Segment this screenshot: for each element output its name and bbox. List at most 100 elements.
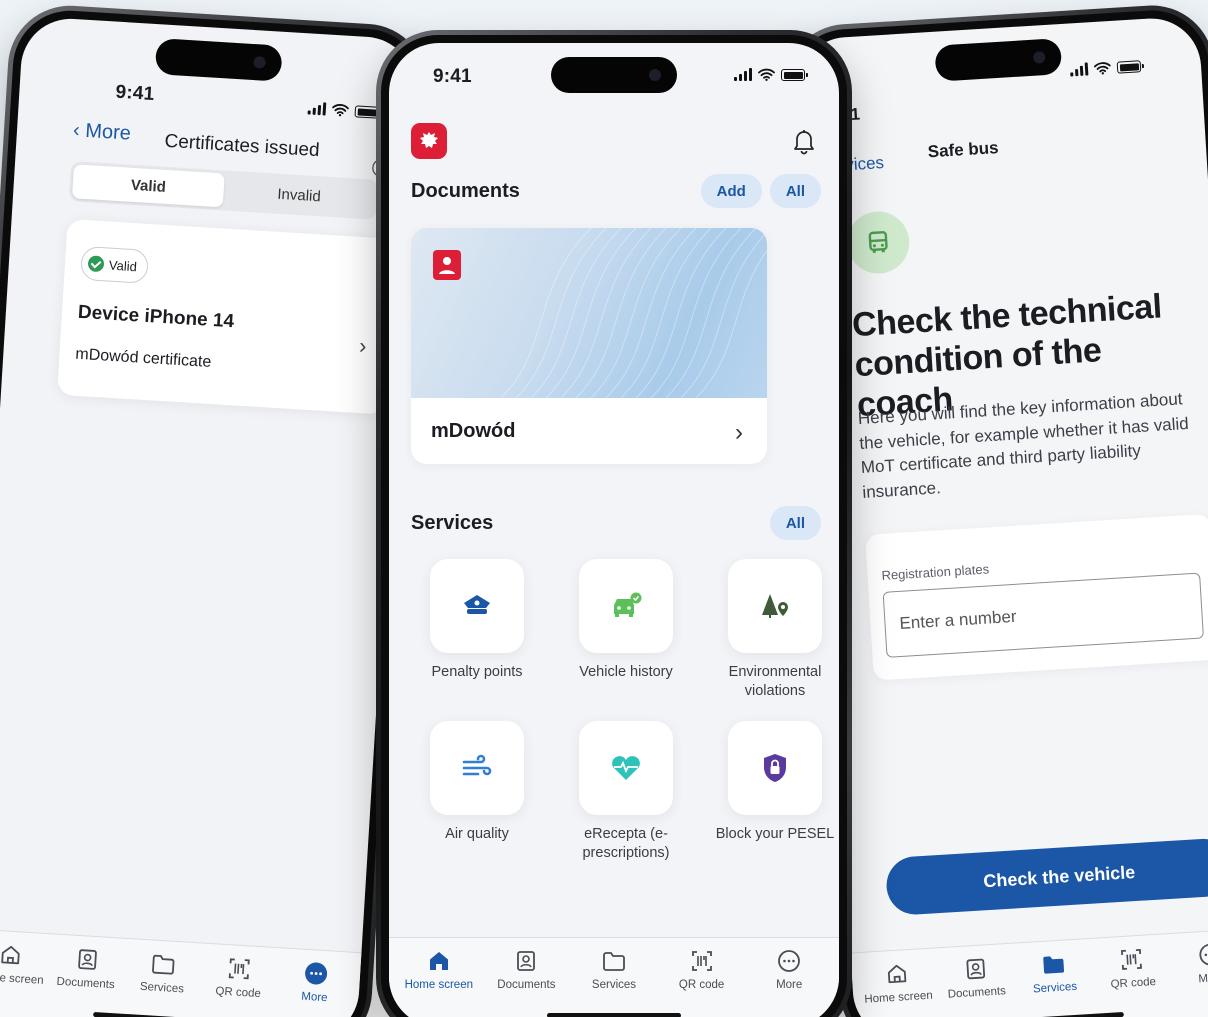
- check-vehicle-button[interactable]: Check the vehicle: [884, 837, 1208, 917]
- service-tile[interactable]: [728, 721, 822, 815]
- tab-more[interactable]: More: [274, 958, 355, 1017]
- tab-label: Services: [1032, 980, 1078, 996]
- service-air-quality[interactable]: Air quality: [402, 721, 552, 844]
- app-header: [411, 123, 817, 163]
- tab-label: More: [776, 979, 803, 991]
- status-icons: [734, 68, 808, 81]
- services-icon: [152, 954, 175, 975]
- bell-icon[interactable]: [791, 127, 817, 155]
- mdowod-card[interactable]: mDowód ›: [411, 228, 767, 464]
- tab-more[interactable]: More: [745, 948, 833, 1017]
- documents-icon: [77, 949, 97, 970]
- registration-label: Registration plates: [881, 561, 990, 583]
- service-tile[interactable]: [430, 721, 524, 815]
- tab-qr-code[interactable]: QR code: [658, 948, 746, 1017]
- service-tile[interactable]: [430, 559, 524, 653]
- shield-lock-icon: [764, 754, 786, 782]
- tab-home[interactable]: Home screen: [857, 958, 940, 1017]
- back-label[interactable]: More: [85, 120, 132, 145]
- service-erecepta[interactable]: eRecepta (e-prescriptions): [551, 721, 701, 863]
- signal-icon: [734, 68, 752, 81]
- all-services-button[interactable]: All: [769, 506, 821, 540]
- tab-more[interactable]: More: [1170, 939, 1208, 1017]
- certificate-card[interactable]: Valid Device iPhone 14 mDowód certificat…: [56, 218, 396, 415]
- tab-bar: Home screen Documents Services QR code M…: [0, 928, 362, 1017]
- services-icon: [1043, 956, 1064, 974]
- status-time: 9:41: [114, 81, 155, 105]
- registration-input[interactable]: Enter a number: [882, 572, 1205, 658]
- tab-label: More: [1198, 971, 1208, 986]
- safe-bus-screen: 9:41 ‹ Services Safe bus Check the techn…: [794, 15, 1208, 1017]
- tab-services[interactable]: Services: [121, 949, 202, 1017]
- eagle-logo-icon: [411, 123, 447, 159]
- add-document-button[interactable]: Add: [700, 174, 762, 208]
- tab-services[interactable]: Services: [1014, 949, 1097, 1017]
- device-name: Device iPhone 14: [77, 301, 235, 333]
- tab-services[interactable]: Services: [570, 948, 658, 1017]
- service-vehicle-history[interactable]: Vehicle history: [551, 559, 701, 682]
- dynamic-island: [934, 38, 1063, 82]
- chevron-right-icon: ›: [358, 333, 368, 359]
- service-label: eRecepta (e-prescriptions): [582, 826, 670, 861]
- tab-home[interactable]: Home screen: [395, 948, 483, 1017]
- status-badge: Valid: [80, 245, 149, 284]
- tab-qr-code[interactable]: QR code: [197, 954, 278, 1017]
- document-name: mDowód: [431, 420, 516, 442]
- segment-valid[interactable]: Valid: [71, 164, 225, 208]
- segment-invalid[interactable]: Invalid: [223, 173, 376, 216]
- phone-middle: 9:41 Documents Add All mDowód › Services…: [376, 30, 852, 1017]
- tab-documents[interactable]: Documents: [483, 948, 571, 1017]
- battery-icon: [781, 69, 808, 81]
- status-time: 9:41: [433, 66, 472, 87]
- phone-left: 9:41 ‹ More Certificates issued Valid In…: [0, 2, 432, 1017]
- service-tile[interactable]: [579, 721, 673, 815]
- description: Here you will find the key information a…: [857, 389, 1190, 502]
- documents-icon: [966, 958, 985, 980]
- tab-label: Documents: [497, 979, 556, 991]
- tab-label: More: [300, 990, 328, 1005]
- service-environmental-violations[interactable]: Environmental violations: [700, 559, 839, 701]
- chevron-right-icon: ›: [735, 419, 743, 446]
- tab-qr-code[interactable]: QR code: [1092, 944, 1175, 1017]
- certificate-type: mDowód certificate: [74, 345, 212, 371]
- tab-label: QR code: [678, 979, 725, 991]
- tab-label: QR code: [215, 985, 262, 1001]
- service-tile[interactable]: [728, 559, 822, 653]
- battery-icon: [1116, 60, 1142, 74]
- service-penalty-points[interactable]: Penalty points: [402, 559, 552, 682]
- home-screen: 9:41 Documents Add All mDowód › Services…: [389, 43, 839, 1017]
- service-label: Air quality: [445, 826, 509, 842]
- tab-label: Documents: [56, 975, 116, 992]
- service-block-pesel[interactable]: Block your PESEL: [700, 721, 839, 844]
- service-label: Vehicle history: [579, 664, 673, 680]
- card-artwork: [411, 228, 767, 398]
- back-button[interactable]: ‹ More: [72, 119, 131, 145]
- services-header: Services All: [411, 505, 821, 541]
- tab-bar: Home screen Documents Services QR code M…: [850, 927, 1208, 1017]
- police-cap-icon: [464, 595, 490, 614]
- tab-label: Home screen: [404, 979, 473, 991]
- marketing-stage: 9:41 ‹ Services Safe bus Check the techn…: [0, 0, 1208, 1017]
- tab-label: Home screen: [0, 970, 44, 987]
- wifi-icon: [758, 68, 775, 81]
- service-tile[interactable]: [579, 559, 673, 653]
- tab-documents[interactable]: Documents: [935, 954, 1018, 1017]
- documents-title: Documents: [411, 179, 520, 202]
- wind-icon: [462, 754, 492, 776]
- heart-pulse-icon: [612, 756, 640, 780]
- tab-home[interactable]: Home screen: [0, 940, 50, 1017]
- service-label: Environmental violations: [728, 664, 822, 699]
- badge-label: Valid: [108, 257, 138, 274]
- signal-icon: [307, 101, 327, 116]
- registration-card: Registration plates Enter a number: [865, 513, 1208, 681]
- wave-pattern: [500, 228, 767, 398]
- id-card-icon: [433, 250, 461, 280]
- all-documents-button[interactable]: All: [769, 174, 821, 208]
- service-label: Penalty points: [431, 664, 523, 680]
- qr-code-icon: [229, 958, 251, 980]
- home-indicator: [547, 1013, 681, 1017]
- service-label: Block your PESEL: [715, 826, 835, 842]
- dynamic-island: [551, 57, 677, 93]
- tab-documents[interactable]: Documents: [45, 944, 126, 1017]
- more-icon: [778, 950, 801, 972]
